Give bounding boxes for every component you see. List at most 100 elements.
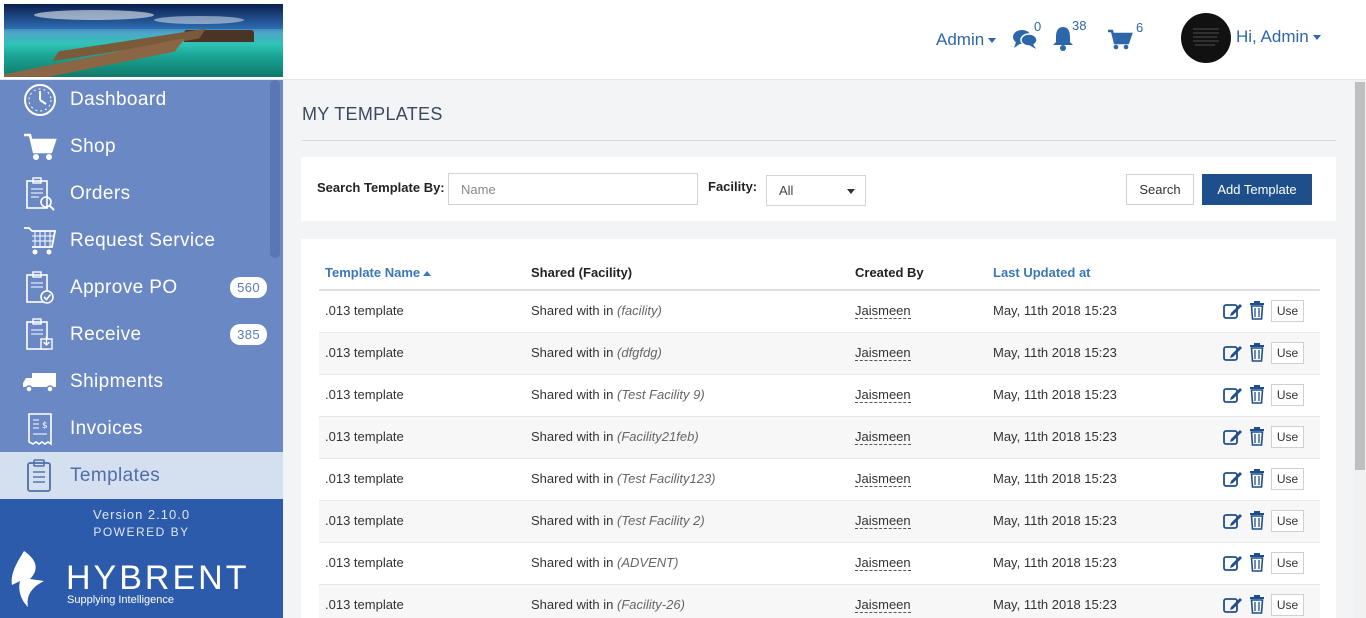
- trash-icon[interactable]: [1249, 510, 1265, 535]
- sidebar-footer: Version 2.10.0 POWERED BY HYBRENT Supply…: [0, 499, 283, 618]
- sidebar-item-invoices[interactable]: $ Invoices: [0, 405, 283, 452]
- shared-prefix: Shared with in: [531, 429, 614, 444]
- cart-icon: [22, 129, 58, 165]
- facility-name: (Test Facility123): [617, 471, 716, 486]
- search-by-label: Search Template By:: [317, 180, 445, 195]
- shared-prefix: Shared with in: [531, 597, 614, 612]
- avatar[interactable]: [1181, 13, 1231, 63]
- shared-facility-cell: Shared with in (Test Facility 2): [531, 513, 705, 528]
- trash-icon[interactable]: [1249, 300, 1265, 325]
- search-button[interactable]: Search: [1126, 174, 1194, 205]
- last-updated-cell: May, 11th 2018 15:23: [993, 303, 1117, 318]
- truck-icon: [22, 364, 58, 400]
- user-menu[interactable]: Hi, Admin: [1236, 27, 1321, 47]
- sidebar-item-templates[interactable]: Templates: [0, 452, 283, 499]
- facility-name: (Test Facility 9): [617, 387, 705, 402]
- table-row: .013 template Shared with in (facility) Ja…: [319, 291, 1320, 333]
- table-row: .013 template Shared with in (Test Facili…: [319, 501, 1320, 543]
- trash-icon[interactable]: [1249, 426, 1265, 451]
- sidebar-item-orders[interactable]: Orders: [0, 170, 283, 217]
- add-template-button[interactable]: Add Template: [1202, 174, 1312, 205]
- chevron-down-icon: [847, 189, 855, 194]
- last-updated-cell: May, 11th 2018 15:23: [993, 555, 1117, 570]
- use-template-button[interactable]: Use: [1271, 468, 1304, 490]
- shared-prefix: Shared with in: [531, 513, 614, 528]
- dashboard-icon: [22, 82, 58, 118]
- user-greeting: Hi, Admin: [1236, 27, 1309, 46]
- edit-icon[interactable]: [1223, 386, 1243, 409]
- chevron-down-icon: [1312, 35, 1321, 41]
- template-name-cell: .013 template: [325, 513, 404, 528]
- invoice-icon: $: [22, 411, 58, 447]
- messages-count: 0: [1034, 19, 1042, 34]
- edit-icon[interactable]: [1223, 596, 1243, 618]
- hybrent-logo-icon: [10, 551, 50, 612]
- facility-name: (dfgfdg): [617, 345, 662, 360]
- sidebar-item-shop[interactable]: Shop: [0, 123, 283, 170]
- search-input[interactable]: Name: [448, 173, 698, 205]
- table-row: .013 template Shared with in (Facility21f…: [319, 417, 1320, 459]
- edit-icon[interactable]: [1223, 302, 1243, 325]
- facility-name: (Facility21feb): [617, 429, 699, 444]
- created-by-link[interactable]: Jaismeen: [855, 513, 911, 529]
- trash-icon[interactable]: [1249, 594, 1265, 618]
- facility-name: (ADVENT): [617, 555, 679, 570]
- template-name-cell: .013 template: [325, 345, 404, 360]
- page-title: MY TEMPLATES: [302, 104, 443, 124]
- template-name-cell: .013 template: [325, 303, 404, 318]
- use-template-button[interactable]: Use: [1271, 426, 1304, 448]
- template-name-cell: .013 template: [325, 429, 404, 444]
- created-by-link[interactable]: Jaismeen: [855, 303, 911, 319]
- edit-icon[interactable]: [1223, 470, 1243, 493]
- edit-icon[interactable]: [1223, 344, 1243, 367]
- use-template-button[interactable]: Use: [1271, 384, 1304, 406]
- sidebar-item-label: Request Service: [70, 229, 216, 251]
- template-name-cell: .013 template: [325, 555, 404, 570]
- last-updated-cell: May, 11th 2018 15:23: [993, 513, 1117, 528]
- column-header-label: Template Name: [325, 265, 421, 280]
- facility-select[interactable]: All: [766, 175, 866, 206]
- trash-icon[interactable]: [1249, 384, 1265, 409]
- edit-icon[interactable]: [1223, 428, 1243, 451]
- table-row: .013 template Shared with in (Facility-26…: [319, 585, 1320, 618]
- page-scrollbar-thumb[interactable]: [1355, 82, 1365, 470]
- sidebar-item-dashboard[interactable]: Dashboard: [0, 76, 283, 123]
- created-by-link[interactable]: Jaismeen: [855, 471, 911, 487]
- use-template-button[interactable]: Use: [1271, 342, 1304, 364]
- use-template-button[interactable]: Use: [1271, 594, 1304, 616]
- top-header: Admin 0 38 6 Hi, Admin: [0, 0, 1366, 80]
- created-by-link[interactable]: Jaismeen: [855, 555, 911, 571]
- edit-icon[interactable]: [1223, 554, 1243, 577]
- trash-icon[interactable]: [1249, 552, 1265, 577]
- trash-icon[interactable]: [1249, 342, 1265, 367]
- use-template-button[interactable]: Use: [1271, 552, 1304, 574]
- chevron-down-icon: [988, 38, 997, 44]
- edit-icon[interactable]: [1223, 512, 1243, 535]
- receive-count-badge: 385: [230, 324, 267, 345]
- sidebar-scrollbar[interactable]: [270, 80, 280, 258]
- sidebar-item-receive[interactable]: Receive 385: [0, 311, 283, 358]
- created-by-link[interactable]: Jaismeen: [855, 429, 911, 445]
- cart-icon[interactable]: [1107, 29, 1133, 56]
- sidebar-item-label: Dashboard: [70, 88, 167, 110]
- role-dropdown[interactable]: Admin: [936, 30, 997, 50]
- sidebar-item-request-service[interactable]: Request Service: [0, 217, 283, 264]
- page-scrollbar[interactable]: [1354, 80, 1366, 618]
- shared-facility-cell: Shared with in (Facility-26): [531, 597, 685, 612]
- trash-icon[interactable]: [1249, 468, 1265, 493]
- sidebar-item-shipments[interactable]: Shipments: [0, 358, 283, 405]
- version-label: Version 2.10.0: [92, 507, 191, 522]
- created-by-link[interactable]: Jaismeen: [855, 387, 911, 403]
- facility-select-value: All: [779, 183, 794, 198]
- use-template-button[interactable]: Use: [1271, 300, 1304, 322]
- facility-name: (facility): [617, 303, 662, 318]
- sort-ascending-icon: [423, 271, 432, 277]
- created-by-link[interactable]: Jaismeen: [855, 597, 911, 613]
- column-header-template-name[interactable]: Template Name: [325, 265, 432, 280]
- request-service-icon: [22, 223, 58, 259]
- sidebar-item-approve-po[interactable]: Approve PO 560: [0, 264, 283, 311]
- column-header-last-updated[interactable]: Last Updated at: [993, 265, 1091, 280]
- template-name-cell: .013 template: [325, 597, 404, 612]
- created-by-link[interactable]: Jaismeen: [855, 345, 911, 361]
- use-template-button[interactable]: Use: [1271, 510, 1304, 532]
